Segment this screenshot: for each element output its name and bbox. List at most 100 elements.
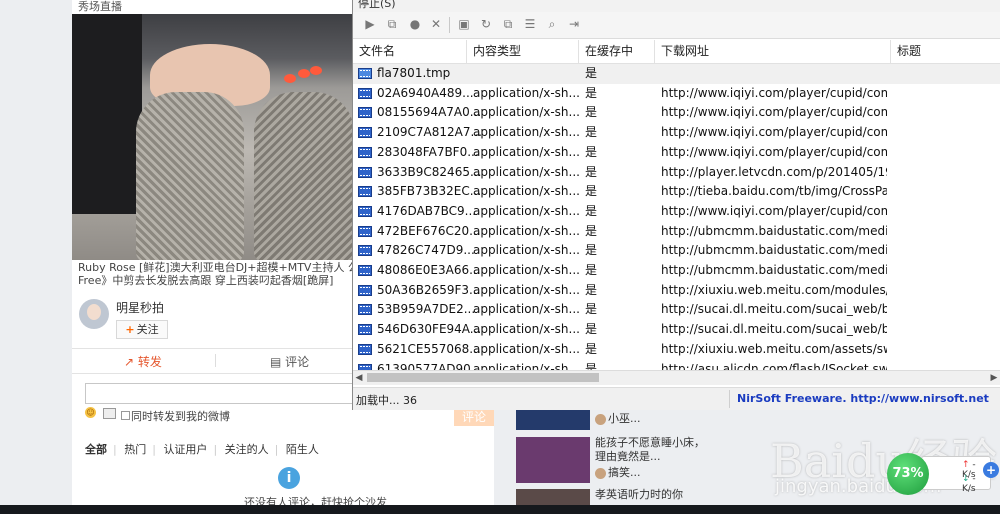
table-row[interactable]: 2109C7A812A7... application/x-sh... 是 http:…: [353, 123, 1000, 143]
cell-filename: 5621CE557068...: [377, 341, 481, 356]
scroll-left-icon[interactable]: ◀: [353, 371, 365, 385]
cell-url: http://www.iqiyi.com/player/cupid/com...: [661, 85, 887, 100]
cell-filename: 08155694A7A0...: [377, 105, 482, 120]
properties-icon[interactable]: ☰: [523, 17, 537, 31]
table-row[interactable]: 283048FA7BF0... application/x-sh... 是 http:…: [353, 143, 1000, 163]
filter-all[interactable]: 全部: [85, 443, 107, 456]
filter-hot[interactable]: 热门: [124, 443, 146, 456]
scrollbar-thumb[interactable]: [367, 373, 599, 382]
flash-file-icon: [358, 205, 372, 217]
table-row[interactable]: 3633B9C82465... application/x-sh... 是 http:…: [353, 163, 1000, 183]
flash-file-icon: [358, 186, 372, 198]
table-row[interactable]: fla7801.tmp 是: [353, 64, 1000, 84]
avatar[interactable]: [79, 299, 109, 329]
cell-content-type: application/x-sh...: [473, 164, 580, 179]
forward-button[interactable]: ↗ 转发: [124, 353, 162, 370]
close-icon[interactable]: ✕: [429, 17, 443, 31]
cell-content-type: application/x-sh...: [473, 125, 580, 140]
column-title[interactable]: 标题: [891, 40, 1000, 63]
video-frame-nail: [298, 69, 310, 78]
cell-filename: 472BEF676C20...: [377, 223, 481, 238]
feed-thumbnail: [516, 437, 590, 483]
table-row[interactable]: 50A36B2659F3... application/x-sh... 是 http:…: [353, 281, 1000, 301]
flash-file-icon: [358, 127, 372, 139]
cell-in-cache: 是: [585, 361, 598, 371]
menu-stop[interactable]: 停止(S): [358, 0, 396, 9]
table-row[interactable]: 48086E0E3A66... application/x-sh... 是 http:…: [353, 261, 1000, 281]
nirsoft-cache-viewer-window: 停止(S) ▶ ⧉ ● ✕ ▣ ↻ ⧉ ☰ ⌕ ⇥ 文件名 内容类型 在缓存中 …: [352, 0, 1000, 410]
table-row[interactable]: 4176DAB7BC9... application/x-sh... 是 http:/…: [353, 202, 1000, 222]
follow-button[interactable]: + 关注: [116, 320, 168, 339]
play-icon[interactable]: ▶: [363, 17, 377, 31]
cell-url: http://sucai.dl.meitu.com/sucai_web/bia.…: [661, 322, 887, 337]
cell-in-cache: 是: [585, 125, 598, 140]
user-name[interactable]: 明星秒拍: [116, 299, 164, 316]
horizontal-scrollbar[interactable]: ◀ ▶: [353, 370, 1000, 385]
menu-bar: 停止(S): [353, 0, 1000, 12]
flash-file-icon: [358, 146, 372, 158]
feed-title: 孝英语听力时的你: [595, 488, 683, 501]
table-row[interactable]: 02A6940A489... application/x-sh... 是 http:/…: [353, 84, 1000, 104]
video-player[interactable]: [72, 14, 356, 260]
column-url[interactable]: 下载网址: [655, 40, 891, 63]
cell-in-cache: 是: [585, 184, 598, 199]
scroll-right-icon[interactable]: ▶: [988, 371, 1000, 385]
cell-url: http://xiuxiu.web.meitu.com/assets/swf/.…: [661, 341, 887, 356]
column-in-cache[interactable]: 在缓存中: [579, 40, 655, 63]
feed-title: 小巫...: [595, 412, 705, 426]
filter-strangers[interactable]: 陌生人: [286, 443, 319, 456]
arrow-down-icon: ↓: [962, 474, 970, 484]
cell-in-cache: 是: [585, 322, 598, 337]
table-row[interactable]: 08155694A7A0... application/x-sh... 是 http:…: [353, 103, 1000, 123]
comment-submit-button[interactable]: 评论: [454, 408, 494, 426]
cell-content-type: application/x-sh...: [473, 282, 580, 297]
save-icon[interactable]: ▣: [457, 17, 471, 31]
cell-url: http://www.iqiyi.com/player/cupid/com...: [661, 144, 887, 159]
table-row[interactable]: 546D630FE94A... application/x-sh... 是 http:…: [353, 320, 1000, 340]
flash-file-icon: [358, 107, 372, 119]
flash-file-icon: [358, 166, 372, 178]
cell-in-cache: 是: [585, 341, 598, 356]
memory-percent[interactable]: 73%: [887, 453, 929, 495]
sync-checkbox[interactable]: [121, 411, 130, 420]
emoji-icon[interactable]: ☺: [85, 407, 96, 418]
filter-following[interactable]: 关注的人: [225, 443, 269, 456]
cell-url: http://ubmcmm.baidustatic.com/media...: [661, 243, 887, 258]
copy-items-icon[interactable]: ⧉: [501, 17, 515, 31]
table-row[interactable]: 472BEF676C20... application/x-sh... 是 http:…: [353, 222, 1000, 242]
plus-icon[interactable]: +: [983, 462, 999, 478]
taskbar: [0, 505, 1000, 514]
video-frame-shoe: [136, 92, 244, 260]
cell-filename: 546D630FE94A...: [377, 322, 482, 337]
refresh-icon[interactable]: ↻: [479, 17, 493, 31]
cell-content-type: application/x-sh...: [473, 144, 580, 159]
table-row[interactable]: 61390577AD90... application/x-sh... 是 http:…: [353, 360, 1000, 371]
video-frame-nail: [310, 66, 322, 75]
network-speed-widget[interactable]: ↑ - K/s ↓ - K/s 73% +: [887, 453, 999, 495]
feed-title: 能孩子不愿意睡小床，理由竟然是...: [595, 436, 705, 463]
comment-tab[interactable]: ▤ 评论: [270, 353, 309, 370]
cell-url: http://player.letvcdn.com/p/201405/19/..…: [661, 164, 887, 179]
filter-verified[interactable]: 认证用户: [163, 443, 207, 456]
column-filename[interactable]: 文件名: [353, 40, 467, 63]
cell-filename: 2109C7A812A7...: [377, 125, 482, 140]
image-icon[interactable]: [103, 408, 116, 419]
table-row[interactable]: 53B959A7DE2... application/x-sh... 是 http:/…: [353, 300, 1000, 320]
cell-filename: 3633B9C82465...: [377, 164, 482, 179]
table-row[interactable]: 47826C747D9... application/x-sh... 是 http:/…: [353, 241, 1000, 261]
find-icon[interactable]: ⌕: [545, 17, 559, 31]
cell-filename: 50A36B2659F3...: [377, 282, 481, 297]
cell-url: http://ubmcmm.baidustatic.com/media...: [661, 223, 887, 238]
nirsoft-link[interactable]: NirSoft Freeware. http://www.nirsoft.net: [737, 392, 989, 405]
copy-icon[interactable]: ⧉: [385, 17, 399, 31]
cell-url: http://ubmcmm.baidustatic.com/media...: [661, 263, 887, 277]
column-content-type[interactable]: 内容类型: [467, 40, 579, 63]
video-frame-nail: [284, 74, 296, 83]
record-icon[interactable]: ●: [408, 17, 422, 31]
cell-content-type: application/x-sh...: [473, 322, 580, 337]
download-speed: ↓ - K/s: [962, 474, 976, 494]
exit-icon[interactable]: ⇥: [567, 17, 581, 31]
table-row[interactable]: 5621CE557068... application/x-sh... 是 http:…: [353, 340, 1000, 360]
cell-content-type: application/x-sh...: [473, 105, 580, 120]
table-row[interactable]: 385FB73B32EC... application/x-sh... 是 http:…: [353, 182, 1000, 202]
